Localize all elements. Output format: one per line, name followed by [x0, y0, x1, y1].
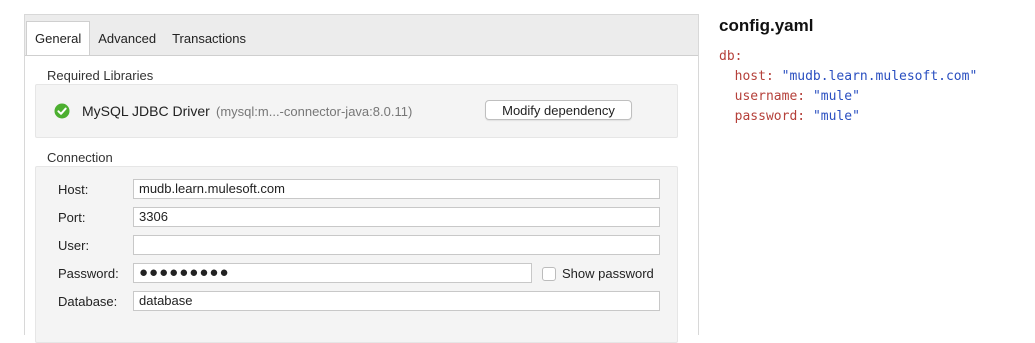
host-label: Host: [58, 182, 89, 197]
driver-detail: (mysql:m...-connector-java:8.0.11) [216, 104, 413, 119]
check-circle-icon [54, 103, 70, 119]
library-row: MySQL JDBC Driver (mysql:m...-connector-… [36, 85, 677, 137]
show-password-checkbox[interactable] [542, 267, 556, 281]
password-input[interactable]: ●●●●●●●●● [133, 263, 532, 283]
config-yaml-code: db: host: "mudb.learn.mulesoft.com" user… [719, 47, 977, 127]
database-label: Database: [58, 294, 118, 309]
required-libraries-box: MySQL JDBC Driver (mysql:m...-connector-… [35, 84, 678, 138]
tab-advanced[interactable]: Advanced [90, 28, 164, 55]
show-password-label: Show password [562, 266, 654, 281]
yaml-host-value: "mudb.learn.mulesoft.com" [781, 69, 978, 84]
database-input[interactable]: database [133, 291, 660, 311]
port-input[interactable]: 3306 [133, 207, 660, 227]
yaml-username-key: username: [734, 89, 806, 104]
connection-box: Host: mudb.learn.mulesoft.com Port: 3306… [35, 166, 678, 343]
yaml-username-value: "mule" [812, 89, 860, 104]
user-label: User: [58, 238, 90, 253]
connection-title: Connection [47, 150, 113, 165]
yaml-host-key: host: [734, 69, 774, 84]
modify-dependency-button[interactable]: Modify dependency [485, 100, 632, 120]
yaml-db-key: db: [719, 49, 743, 64]
port-label: Port: [58, 210, 86, 225]
driver-name: MySQL JDBC Driver [82, 103, 210, 119]
yaml-password-key: password: [734, 109, 806, 124]
tab-transactions[interactable]: Transactions [164, 28, 254, 55]
user-input[interactable] [133, 235, 660, 255]
required-libraries-title: Required Libraries [47, 68, 154, 83]
password-label: Password: [58, 266, 119, 281]
host-input[interactable]: mudb.learn.mulesoft.com [133, 179, 660, 199]
config-file-title: config.yaml [719, 16, 814, 35]
database-config-panel: General Advanced Transactions Required L… [24, 14, 699, 343]
general-tab-content: Required Libraries MySQL JDBC Driver (my… [25, 55, 698, 343]
yaml-password-value: "mule" [812, 109, 860, 124]
tab-bar: General Advanced Transactions [25, 15, 254, 63]
